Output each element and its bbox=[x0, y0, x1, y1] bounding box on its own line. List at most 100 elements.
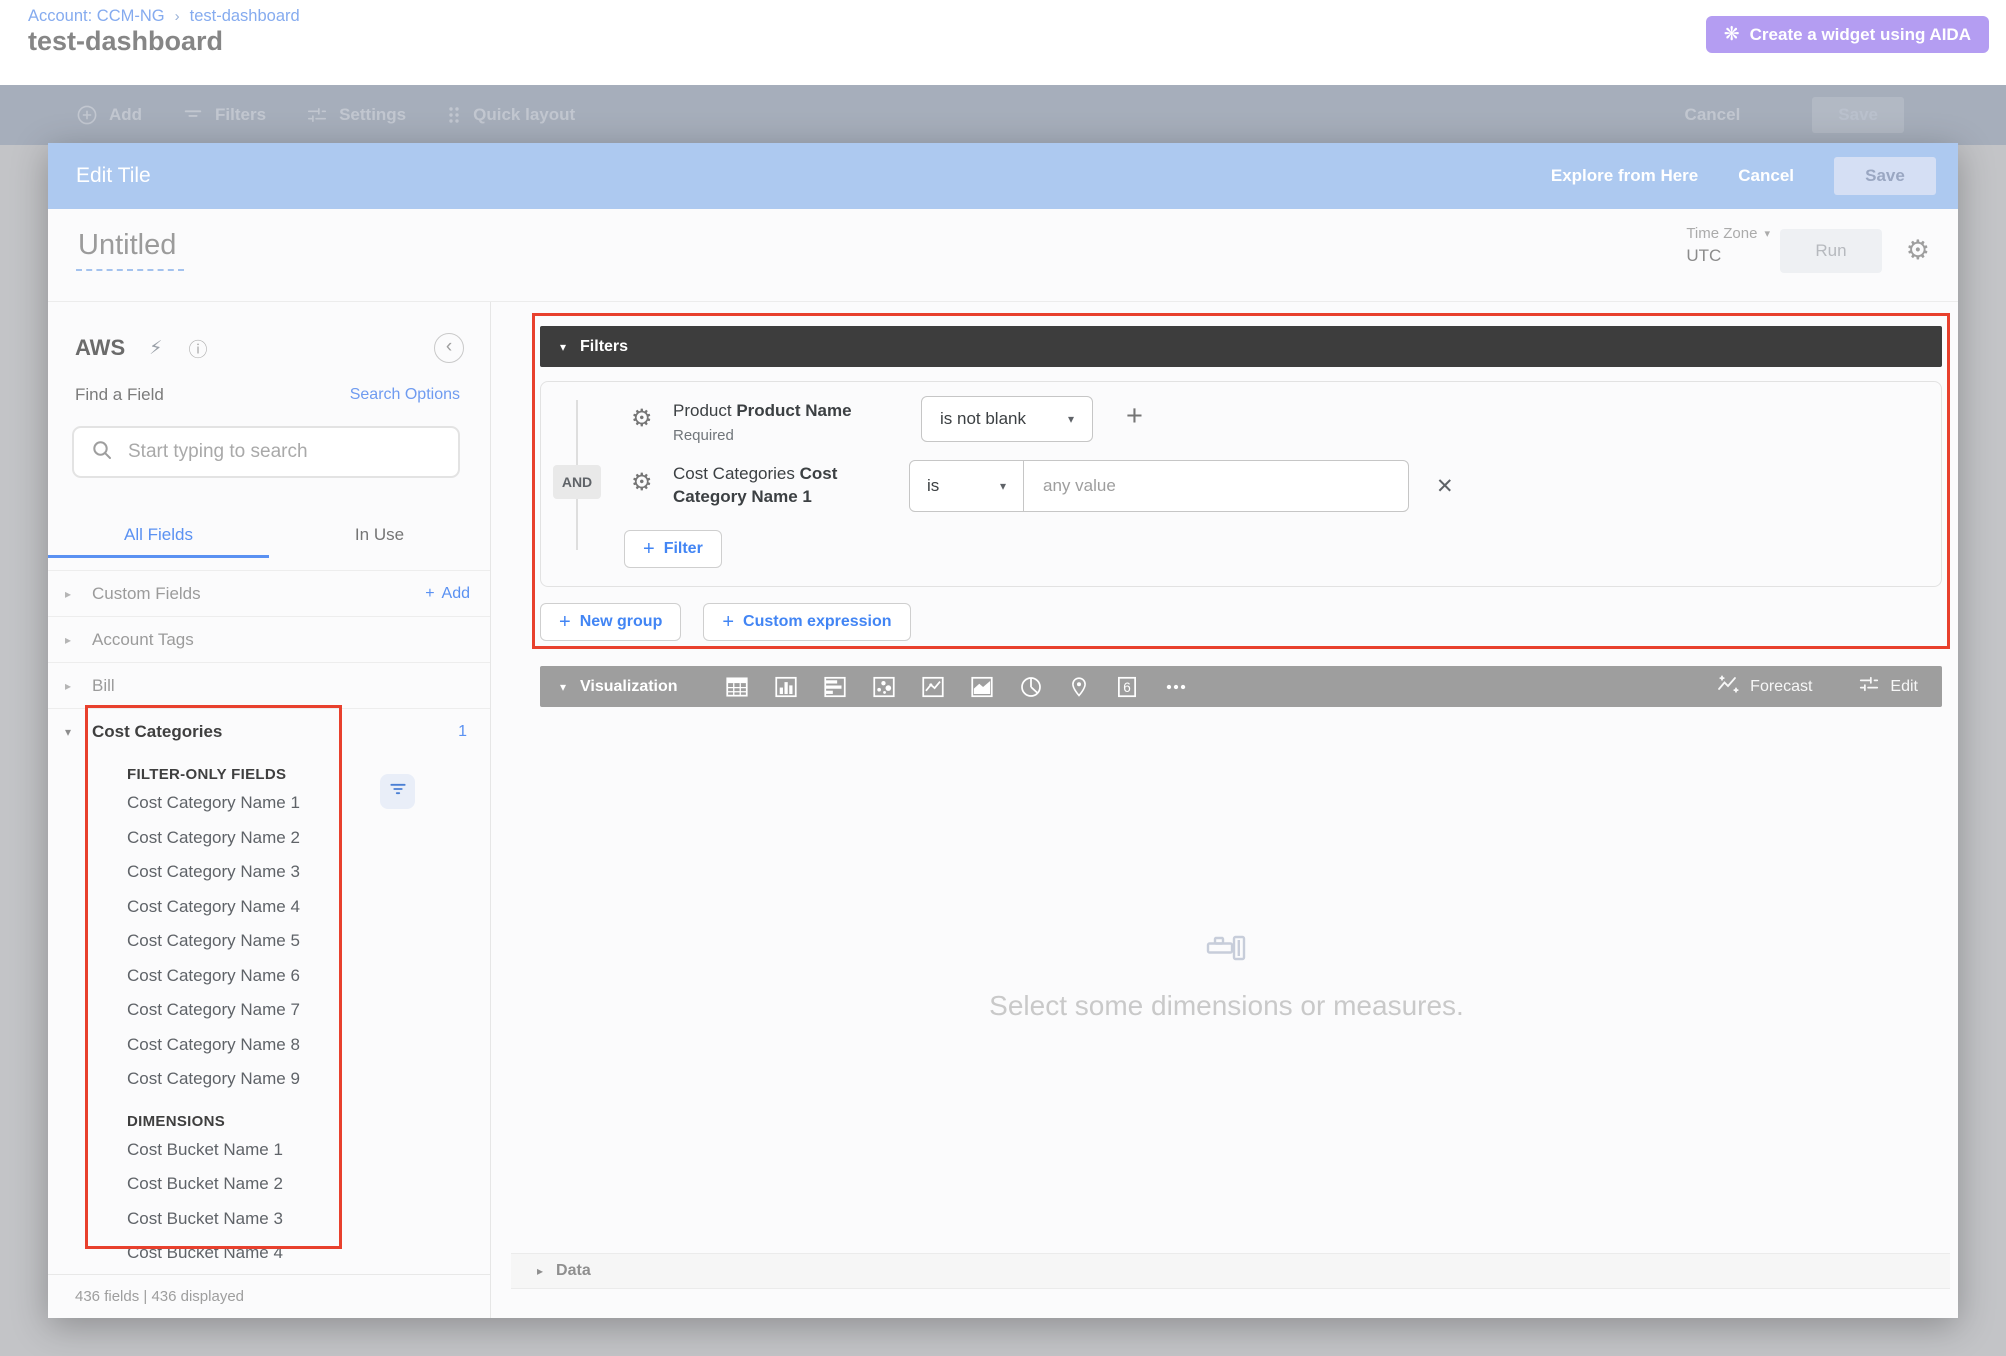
edit-tile-modal: Edit Tile Explore from Here Cancel Save … bbox=[48, 143, 1958, 1318]
field-item[interactable]: Cost Category Name 7 bbox=[127, 993, 490, 1028]
operator-select[interactable]: is ▾ bbox=[910, 461, 1024, 511]
pie-chart-viz-icon[interactable] bbox=[1018, 674, 1044, 700]
operator-select[interactable]: is not blank ▾ bbox=[921, 396, 1093, 442]
tile-title-input[interactable]: Untitled bbox=[76, 229, 184, 271]
plus-icon: + bbox=[643, 538, 655, 561]
forecast-button[interactable]: Forecast bbox=[1716, 673, 1812, 700]
toolbar-filters-button[interactable]: Filters bbox=[182, 104, 266, 126]
toolbar-quick-layout-button[interactable]: Quick layout bbox=[446, 105, 575, 125]
sidebar-item-custom-fields[interactable]: ▸ Custom Fields +Add bbox=[48, 570, 490, 616]
field-count-footer: 436 fields | 436 displayed bbox=[48, 1274, 490, 1318]
bolt-icon[interactable]: ⚡ bbox=[149, 337, 162, 360]
field-note: Required bbox=[673, 424, 933, 447]
remove-filter-icon[interactable]: ✕ bbox=[1436, 474, 1454, 499]
modal-save-button[interactable]: Save bbox=[1834, 157, 1936, 195]
field-item[interactable]: Cost Bucket Name 4 bbox=[127, 1236, 490, 1271]
field-item[interactable]: Cost Category Name 5 bbox=[127, 924, 490, 959]
single-value-viz-icon[interactable]: 6 bbox=[1114, 674, 1140, 700]
section-label: Bill bbox=[92, 676, 115, 696]
tab-in-use[interactable]: In Use bbox=[269, 516, 490, 558]
field-item[interactable]: Cost Category Name 6 bbox=[127, 959, 490, 994]
tab-all-fields[interactable]: All Fields bbox=[48, 516, 269, 558]
field-item[interactable]: Cost Bucket Name 3 bbox=[127, 1202, 490, 1237]
logic-and-badge[interactable]: AND bbox=[553, 465, 601, 499]
visualization-toggle[interactable]: ▾ Visualization bbox=[560, 678, 678, 696]
operator-value: is bbox=[927, 476, 939, 496]
custom-expression-button[interactable]: + Custom expression bbox=[703, 603, 910, 641]
modal-cancel-button[interactable]: Cancel bbox=[1738, 166, 1794, 186]
explore-from-here-button[interactable]: Explore from Here bbox=[1551, 166, 1698, 186]
breadcrumb-separator-icon: › bbox=[175, 8, 180, 25]
edit-viz-button[interactable]: Edit bbox=[1858, 673, 1918, 700]
viz-empty-state: Select some dimensions or measures. bbox=[511, 707, 1942, 1247]
field-item[interactable]: Cost Bucket Name 1 bbox=[127, 1133, 490, 1168]
column-chart-viz-icon[interactable] bbox=[773, 674, 799, 700]
filter-field-label: Cost Categories Cost Category Name 1 bbox=[673, 462, 891, 508]
more-viz-types-icon[interactable] bbox=[1163, 674, 1189, 700]
custom-expression-label: Custom expression bbox=[743, 613, 891, 631]
gear-icon[interactable]: ⚙ bbox=[631, 404, 653, 433]
table-viz-icon[interactable] bbox=[724, 674, 750, 700]
timezone-selector[interactable]: Time Zone ▾ UTC bbox=[1686, 225, 1770, 266]
field-item[interactable]: Cost Category Name 8 bbox=[127, 1028, 490, 1063]
sidebar-item-account-tags[interactable]: ▸ Account Tags bbox=[48, 616, 490, 662]
search-options-link[interactable]: Search Options bbox=[350, 386, 460, 404]
field-item[interactable]: Cost Bucket Name 2 bbox=[127, 1167, 490, 1202]
field-item[interactable]: Cost Category Name 4 bbox=[127, 890, 490, 925]
breadcrumb-account[interactable]: Account: CCM-NG bbox=[28, 7, 165, 26]
section-label: Cost Categories bbox=[92, 722, 222, 742]
filter-field-label: Product Product Name Required bbox=[673, 399, 933, 447]
viz-toolbar-right: Forecast Edit bbox=[1716, 673, 1918, 700]
field-item[interactable]: Cost Category Name 3 bbox=[127, 855, 490, 890]
viz-type-picker: 6 bbox=[724, 674, 1189, 700]
add-custom-field-button[interactable]: +Add bbox=[425, 585, 470, 603]
modal-header-actions: Explore from Here Cancel Save bbox=[1551, 157, 1936, 195]
add-filter-label: Filter bbox=[664, 540, 703, 558]
new-group-button[interactable]: + New group bbox=[540, 603, 681, 641]
field-search-input[interactable] bbox=[128, 441, 442, 463]
field-prefix: Cost Categories bbox=[673, 464, 795, 483]
map-pin-viz-icon[interactable] bbox=[1067, 674, 1091, 700]
chevron-left-icon: ‹ bbox=[446, 336, 452, 358]
field-item[interactable]: Cost Category Name 9 bbox=[127, 1062, 490, 1097]
sidebar-item-bill[interactable]: ▸ Bill bbox=[48, 662, 490, 708]
toolbar-add-label: Add bbox=[109, 105, 142, 125]
filter-value-input[interactable] bbox=[1024, 461, 1408, 511]
top-bar: Account: CCM-NG › test-dashboard test-da… bbox=[0, 0, 2006, 85]
field-search-box bbox=[72, 426, 460, 478]
filters-section-header[interactable]: ▾ Filters bbox=[540, 326, 1942, 367]
gear-icon[interactable]: ⚙ bbox=[1906, 235, 1930, 266]
breadcrumb-current[interactable]: test-dashboard bbox=[190, 7, 300, 26]
dashboard-toolbar-dimmed: Add Filters Settings Quick layout Cancel… bbox=[0, 85, 2006, 145]
field-item[interactable]: Cost Category Name 2 bbox=[127, 821, 490, 856]
add-condition-button[interactable]: + bbox=[1126, 402, 1143, 431]
collapse-sidebar-button[interactable]: ‹ bbox=[434, 333, 464, 363]
data-section-header[interactable]: ▸ Data bbox=[511, 1253, 1950, 1289]
caret-right-icon: ▸ bbox=[65, 633, 92, 647]
scatter-viz-icon[interactable] bbox=[871, 674, 897, 700]
screen: Account: CCM-NG › test-dashboard test-da… bbox=[0, 0, 2006, 1356]
visualization-header-label: Visualization bbox=[580, 678, 678, 696]
horizontal-bar-viz-icon[interactable] bbox=[822, 674, 848, 700]
line-chart-viz-icon[interactable] bbox=[920, 674, 946, 700]
create-widget-aida-button[interactable]: ❋ Create a widget using AIDA bbox=[1706, 16, 1989, 53]
field-filter-toggle[interactable] bbox=[380, 774, 415, 809]
toolbar-settings-button[interactable]: Settings bbox=[306, 104, 406, 126]
run-button[interactable]: Run bbox=[1780, 229, 1882, 273]
add-filter-button[interactable]: + Filter bbox=[624, 530, 722, 568]
connector-row: AWS ⚡ ⓘ ‹ bbox=[75, 330, 464, 366]
filter-group: AND ⚙ Product Product Name Required is n… bbox=[540, 381, 1942, 587]
dashboard-cancel-button[interactable]: Cancel bbox=[1685, 105, 1741, 125]
sidebar-item-cost-categories[interactable]: ▾ Cost Categories 1 bbox=[48, 708, 490, 754]
gear-icon[interactable]: ⚙ bbox=[631, 468, 653, 497]
field-picker-sidebar: AWS ⚡ ⓘ ‹ Find a Field Search Options Al… bbox=[48, 302, 491, 1318]
search-icon bbox=[90, 438, 114, 467]
area-chart-viz-icon[interactable] bbox=[969, 674, 995, 700]
connector-name: AWS bbox=[75, 335, 125, 361]
timezone-value: UTC bbox=[1686, 246, 1770, 266]
info-icon[interactable]: ⓘ bbox=[188, 335, 207, 362]
dashboard-save-button[interactable]: Save bbox=[1812, 97, 1904, 133]
forecast-sparkle-icon bbox=[1716, 673, 1740, 700]
toolbar-add-button[interactable]: Add bbox=[76, 104, 142, 126]
field-item[interactable]: Cost Category Name 1 bbox=[127, 786, 490, 821]
